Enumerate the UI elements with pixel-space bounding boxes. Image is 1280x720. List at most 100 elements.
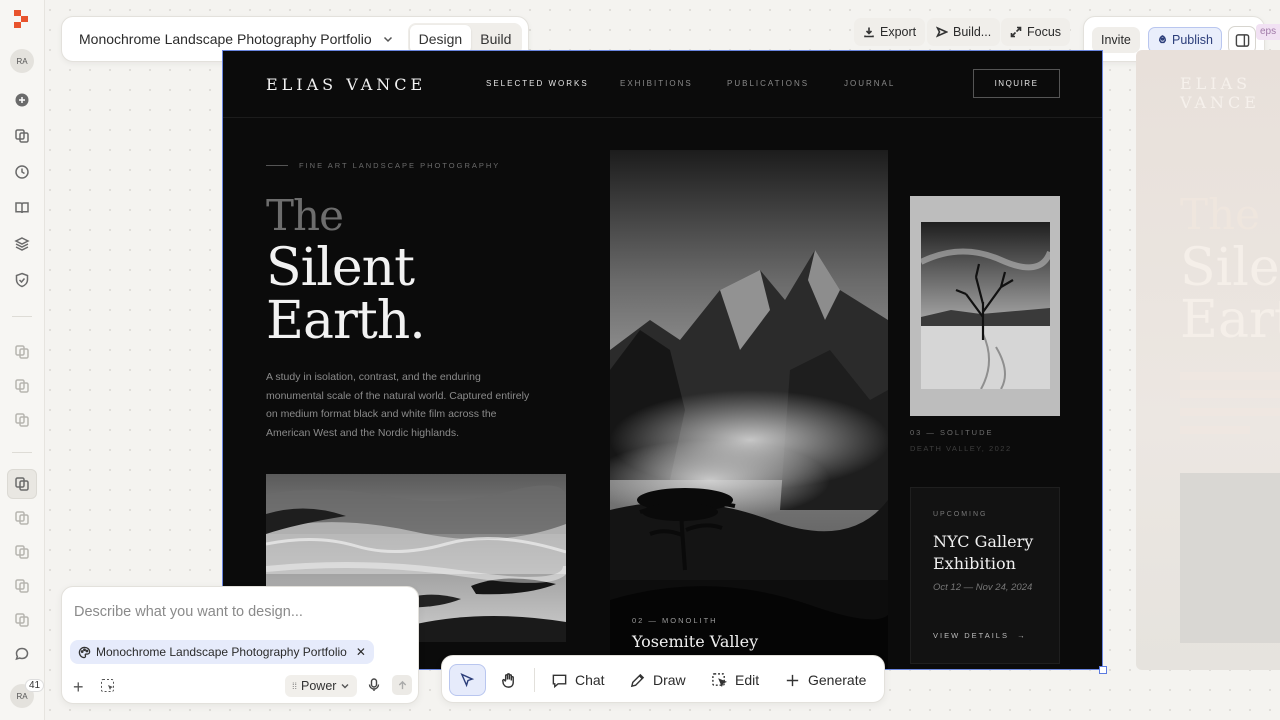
pages-icon[interactable]: [11, 125, 33, 147]
export-button[interactable]: Export: [854, 18, 926, 46]
feature-kicker: 02 — MONOLITH: [632, 616, 718, 625]
overflow-tag: eps: [1256, 24, 1280, 40]
page-copy-icon[interactable]: [11, 409, 33, 431]
focus-label: Focus: [1027, 25, 1062, 39]
shield-icon[interactable]: [11, 269, 33, 291]
design-frame[interactable]: ELIAS VANCE SELECTED WORKS EXHIBITIONS P…: [222, 50, 1103, 670]
draw-label: Draw: [653, 672, 686, 688]
generate-label: Generate: [808, 672, 867, 688]
close-icon[interactable]: ✕: [356, 645, 366, 659]
chat-icon: [552, 674, 567, 688]
nav-divider: [223, 117, 1102, 118]
chevron-down-icon[interactable]: [382, 33, 394, 45]
event-kicker: UPCOMING: [933, 511, 988, 518]
rail-divider: [12, 316, 32, 317]
microphone-icon[interactable]: [366, 677, 382, 693]
page-copy-icon[interactable]: [11, 375, 33, 397]
download-icon: [864, 27, 874, 38]
hero-title-line2: Silent: [266, 238, 415, 298]
pointer-tool-button[interactable]: [449, 664, 486, 696]
model-selector[interactable]: ⁞⁞ Power: [285, 675, 358, 697]
ghost-title-line2: Silen: [1180, 238, 1280, 298]
bottom-toolbar: Chat Draw Edit Generate: [441, 655, 885, 703]
send-button[interactable]: [392, 675, 412, 695]
feature-title: Yosemite Valley: [632, 632, 759, 651]
add-attachment-icon[interactable]: +: [73, 677, 84, 698]
chevron-down-icon: [341, 684, 349, 689]
ghost-frame-preview[interactable]: ELIAS VANCE The Silen Eart: [1136, 50, 1280, 670]
page-copy-icon[interactable]: [11, 575, 33, 597]
view-details-link[interactable]: VIEW DETAILS →: [933, 631, 1027, 640]
page-copy-icon[interactable]: [11, 341, 33, 363]
ghost-text-line: [1180, 372, 1280, 380]
page-copy-icon[interactable]: [11, 609, 33, 631]
draw-button[interactable]: Draw: [629, 664, 686, 696]
export-label: Export: [880, 25, 917, 39]
page-copy-icon[interactable]: [11, 507, 33, 529]
edit-button[interactable]: Edit: [711, 664, 759, 696]
plus-icon: [786, 674, 799, 686]
history-icon[interactable]: [11, 161, 33, 183]
context-chip[interactable]: Monochrome Landscape Photography Portfol…: [70, 640, 374, 664]
cursor-icon: [460, 672, 475, 687]
solitude-kicker: 03 — SOLITUDE: [910, 428, 994, 437]
workspace-avatar[interactable]: RA: [10, 49, 34, 73]
book-icon[interactable]: [11, 197, 33, 219]
prompt-input[interactable]: Describe what you want to design...: [74, 604, 303, 620]
resize-handle[interactable]: [1099, 666, 1107, 674]
kicker-rule: [266, 165, 288, 166]
hand-tool-button[interactable]: [492, 664, 524, 696]
featured-mountain-photo[interactable]: [610, 150, 888, 669]
event-dates: Oct 12 — Nov 24, 2024: [933, 582, 1033, 593]
hero-title-line3: Earth.: [266, 291, 426, 351]
publish-label: Publish: [1172, 33, 1213, 47]
build-button[interactable]: Build...: [927, 18, 1001, 46]
ghost-brand: ELIAS VANCE: [1180, 74, 1260, 112]
nav-exhibitions[interactable]: EXHIBITIONS: [620, 79, 693, 88]
nav-journal[interactable]: JOURNAL: [844, 79, 895, 88]
ghost-title-line3: Eart: [1180, 290, 1280, 350]
solitude-card[interactable]: [910, 196, 1060, 416]
pencil-icon: [630, 673, 645, 687]
add-icon[interactable]: [11, 89, 33, 111]
tab-build[interactable]: Build: [471, 25, 520, 53]
inquire-button[interactable]: INQUIRE: [973, 69, 1060, 98]
dead-tree-photo: [921, 222, 1050, 389]
nav-selected-works[interactable]: SELECTED WORKS: [486, 79, 589, 88]
chat-label: Chat: [575, 672, 605, 688]
model-label: Power: [301, 679, 337, 693]
view-details-label: VIEW DETAILS: [933, 631, 1009, 640]
comment-icon[interactable]: [11, 643, 33, 665]
ghost-text-line: [1180, 390, 1280, 398]
build-label: Build...: [953, 25, 992, 39]
nav-publications[interactable]: PUBLICATIONS: [727, 79, 809, 88]
exhibition-card[interactable]: UPCOMING NYC Gallery Exhibition Oct 12 —…: [910, 487, 1060, 664]
notification-badge: 41: [25, 679, 45, 692]
ghost-text-line: [1180, 426, 1250, 434]
project-name[interactable]: Monochrome Landscape Photography Portfol…: [79, 31, 372, 47]
rail-divider: [12, 452, 32, 453]
ghost-text-line: [1180, 408, 1280, 416]
tab-design[interactable]: Design: [409, 25, 472, 53]
edit-label: Edit: [735, 672, 760, 688]
select-element-icon[interactable]: [100, 678, 116, 694]
layers-icon[interactable]: [11, 233, 33, 255]
expand-icon: [1010, 26, 1022, 38]
ghost-photo: [1180, 473, 1280, 643]
arrow-up-icon: [398, 680, 406, 689]
site-brand[interactable]: ELIAS VANCE: [266, 75, 426, 94]
ghost-title-line1: The: [1180, 190, 1260, 239]
page-copy-icon-active[interactable]: [7, 469, 37, 499]
event-title: NYC Gallery Exhibition: [933, 532, 1034, 573]
sidebar-icon: [1235, 33, 1249, 47]
page-copy-icon[interactable]: [11, 541, 33, 563]
app-logo-icon[interactable]: [14, 10, 30, 28]
generate-button[interactable]: Generate: [784, 664, 866, 696]
focus-button[interactable]: Focus: [1001, 18, 1071, 46]
hero-description: A study in isolation, contrast, and the …: [266, 371, 530, 439]
palette-icon: [78, 646, 91, 658]
chat-button[interactable]: Chat: [551, 664, 605, 696]
hand-icon: [501, 672, 514, 688]
select-edit-icon: [712, 672, 728, 687]
hero-title-line1: The: [266, 191, 344, 240]
